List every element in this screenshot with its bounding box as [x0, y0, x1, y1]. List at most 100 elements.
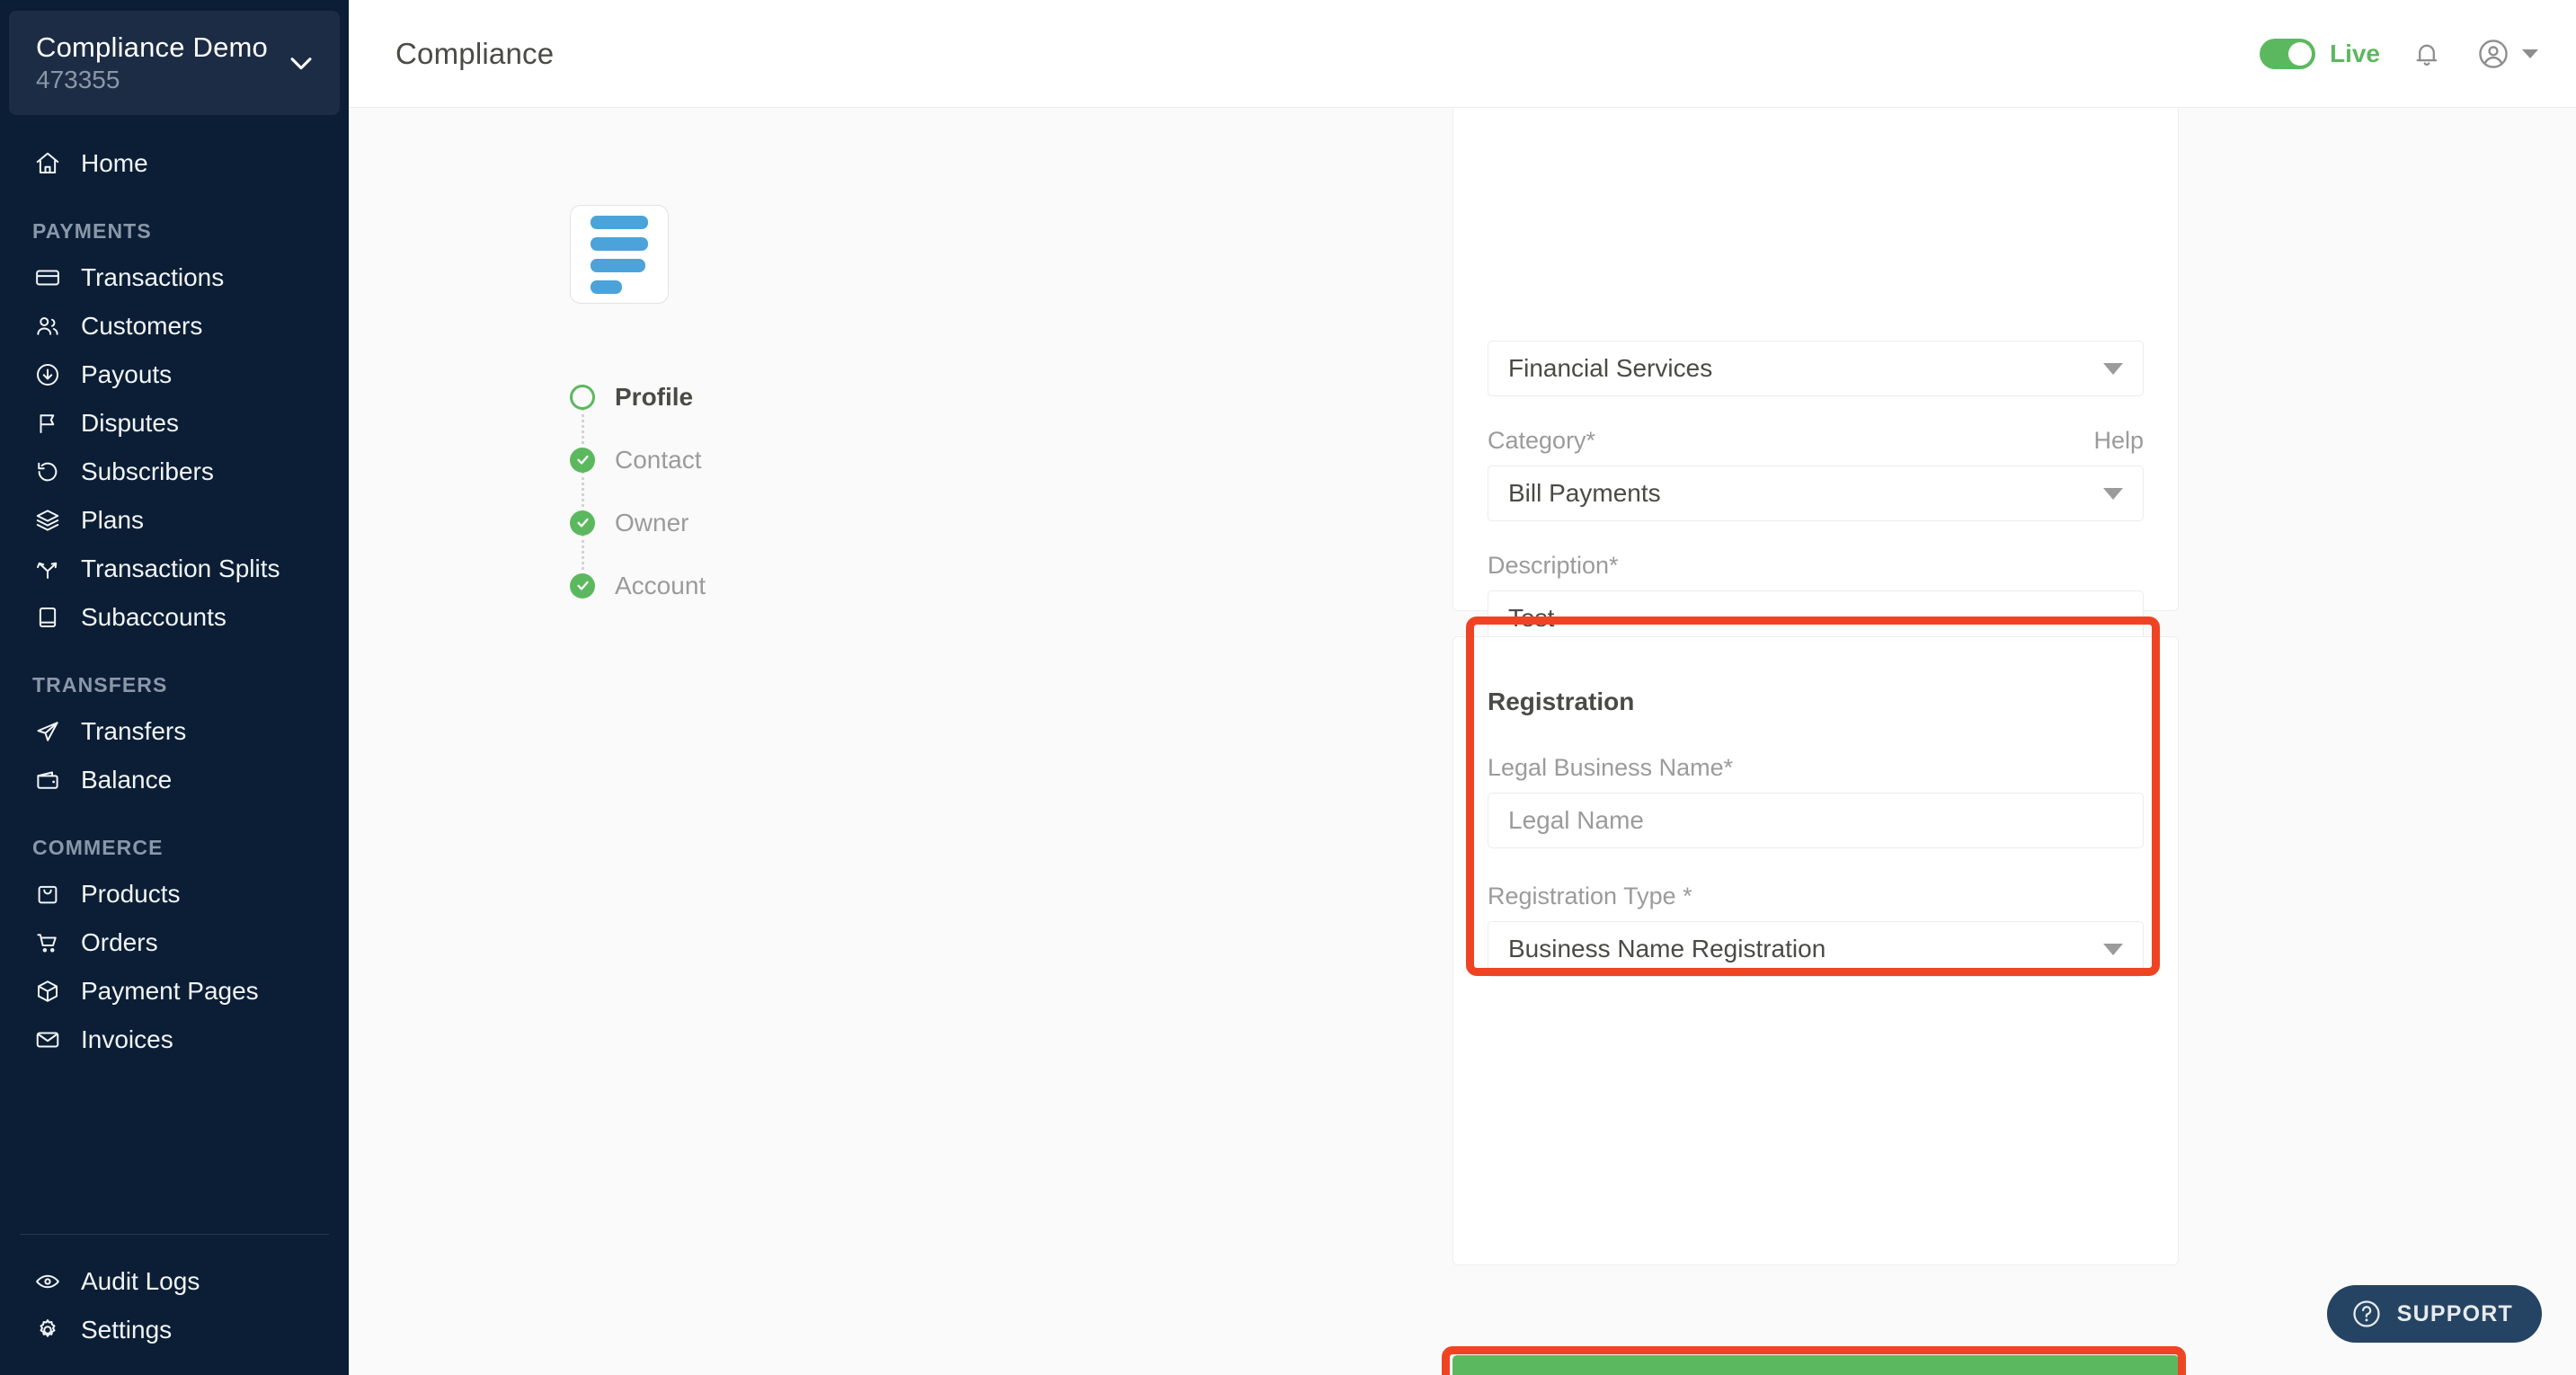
live-mode-label: Live — [2329, 39, 2380, 67]
stepper-step-profile[interactable]: Profile — [570, 381, 947, 444]
eye-icon — [32, 1266, 63, 1297]
box-icon — [32, 976, 63, 1007]
save-button[interactable]: Save — [1452, 1355, 2179, 1375]
refresh-icon — [32, 457, 63, 487]
legal-business-name-label: Legal Business Name* — [1488, 754, 1734, 781]
sidebar-item-label: Transaction Splits — [81, 554, 280, 582]
legal-business-name-input[interactable]: Legal Name — [1488, 793, 2144, 848]
sidebar-item-orders[interactable]: Orders — [0, 919, 349, 966]
topbar: Compliance Live — [349, 0, 2576, 108]
description-label: Description* — [1488, 552, 1619, 579]
sidebar-item-subaccounts[interactable]: Subaccounts — [0, 594, 349, 641]
legal-business-name-placeholder: Legal Name — [1508, 806, 1644, 834]
registration-section-title: Registration — [1488, 688, 1635, 715]
sidebar-section-transfers: TRANSFERS — [32, 673, 168, 696]
book-icon — [32, 602, 63, 633]
send-icon — [32, 716, 63, 747]
account-switcher[interactable]: Compliance Demo 473355 — [9, 11, 340, 115]
caret-down-icon — [2103, 943, 2123, 955]
layers-icon — [32, 505, 63, 536]
logo-bar — [591, 236, 648, 251]
account-switcher-text: Compliance Demo 473355 — [36, 31, 286, 94]
question-circle-icon — [2353, 1300, 2380, 1327]
sidebar-item-label: Subaccounts — [81, 603, 227, 631]
sidebar-item-transactions[interactable]: Transactions — [0, 254, 349, 301]
industry-select[interactable]: Financial Services — [1488, 341, 2144, 396]
card-icon — [32, 262, 63, 293]
sidebar-item-home[interactable]: Home — [0, 140, 349, 187]
caret-down-icon — [2103, 362, 2123, 375]
sidebar-item-payment-pages[interactable]: Payment Pages — [0, 968, 349, 1015]
sidebar-item-subscribers[interactable]: Subscribers — [0, 448, 349, 495]
gear-icon — [32, 1315, 63, 1345]
sidebar-item-settings[interactable]: Settings — [0, 1307, 349, 1353]
category-help-link[interactable]: Help — [2093, 427, 2144, 455]
page-title: Compliance — [395, 36, 555, 70]
sidebar-item-label: Payouts — [81, 360, 173, 388]
sidebar-item-products[interactable]: Products — [0, 871, 349, 918]
category-label: Category* — [1488, 427, 1596, 454]
stepper-step-owner[interactable]: Owner — [570, 507, 947, 570]
business-logo-placeholder — [570, 205, 669, 304]
registration-type-select[interactable]: Business Name Registration — [1488, 921, 2144, 977]
sidebar-item-label: Audit Logs — [81, 1267, 200, 1295]
support-label: SUPPORT — [2396, 1300, 2513, 1326]
step-connector — [582, 471, 584, 507]
sidebar-item-label: Orders — [81, 928, 158, 956]
sidebar-item-plans[interactable]: Plans — [0, 497, 349, 544]
step-label: Contact — [615, 445, 702, 474]
sidebar-item-label: Home — [81, 149, 148, 177]
field-registration-type: Registration Type * Business Name Regist… — [1488, 883, 2144, 977]
sidebar-section-commerce: COMMERCE — [32, 836, 164, 859]
sidebar-item-balance[interactable]: Balance — [0, 757, 349, 803]
flag-icon — [32, 408, 63, 439]
sidebar-item-label: Disputes — [81, 409, 179, 437]
caret-down-icon — [2103, 487, 2123, 500]
sidebar-item-customers[interactable]: Customers — [0, 303, 349, 350]
cart-icon — [32, 927, 63, 958]
sidebar-item-transfers[interactable]: Transfers — [0, 708, 349, 755]
step-indicator-done-icon — [570, 572, 595, 599]
step-label: Account — [615, 571, 706, 599]
sidebar-item-transaction-splits[interactable]: Transaction Splits — [0, 546, 349, 592]
sidebar-item-disputes[interactable]: Disputes — [0, 400, 349, 447]
home-icon — [32, 148, 63, 179]
sidebar-item-label: Transfers — [81, 717, 187, 745]
sidebar-item-label: Plans — [81, 506, 145, 534]
category-label-row: Category* Help — [1488, 427, 2144, 466]
stepper-step-contact[interactable]: Contact — [570, 444, 947, 507]
registration-card: Registration Legal Business Name* Legal … — [1452, 636, 2179, 1265]
bell-icon[interactable] — [2407, 34, 2447, 74]
field-category: Category* Help Bill Payments — [1488, 427, 2144, 521]
stepper-step-account[interactable]: Account — [570, 570, 947, 601]
split-icon — [32, 554, 63, 584]
support-widget[interactable]: SUPPORT — [2326, 1285, 2542, 1343]
mail-icon — [32, 1025, 63, 1055]
step-indicator-done-icon — [570, 447, 595, 473]
account-menu[interactable] — [2474, 34, 2538, 74]
live-mode-toggle[interactable]: Live — [2259, 38, 2380, 69]
step-connector — [582, 408, 584, 444]
app-root: Compliance Demo 473355 Home PAYMENTS Tra… — [0, 0, 2576, 1375]
caret-down-icon — [2522, 49, 2538, 58]
sidebar-item-audit-logs[interactable]: Audit Logs — [0, 1258, 349, 1305]
registration-type-label: Registration Type * — [1488, 883, 1692, 909]
sidebar-nav: Home PAYMENTS Transactions Customers Pay… — [0, 115, 349, 1234]
sidebar-item-label: Transactions — [81, 263, 225, 291]
topbar-actions: Live — [2259, 34, 2538, 74]
sidebar-item-payouts[interactable]: Payouts — [0, 351, 349, 398]
toggle-switch[interactable] — [2259, 38, 2315, 69]
profile-details-card: Financial Services Category* Help Bill P… — [1452, 108, 2179, 827]
sidebar-item-invoices[interactable]: Invoices — [0, 1016, 349, 1063]
registration-card-fields: Registration Legal Business Name* Legal … — [1453, 637, 2178, 977]
sidebar-item-label: Balance — [81, 766, 173, 794]
category-select[interactable]: Bill Payments — [1488, 466, 2144, 521]
step-label: Owner — [615, 508, 689, 537]
description-value: Test — [1508, 604, 1555, 632]
user-circle-icon[interactable] — [2474, 34, 2513, 74]
sidebar: Compliance Demo 473355 Home PAYMENTS Tra… — [0, 0, 349, 1375]
industry-value: Financial Services — [1508, 354, 1713, 382]
logo-bar — [591, 215, 648, 229]
profile-sidebar-column: Profile Contact Owner Account — [570, 205, 947, 601]
